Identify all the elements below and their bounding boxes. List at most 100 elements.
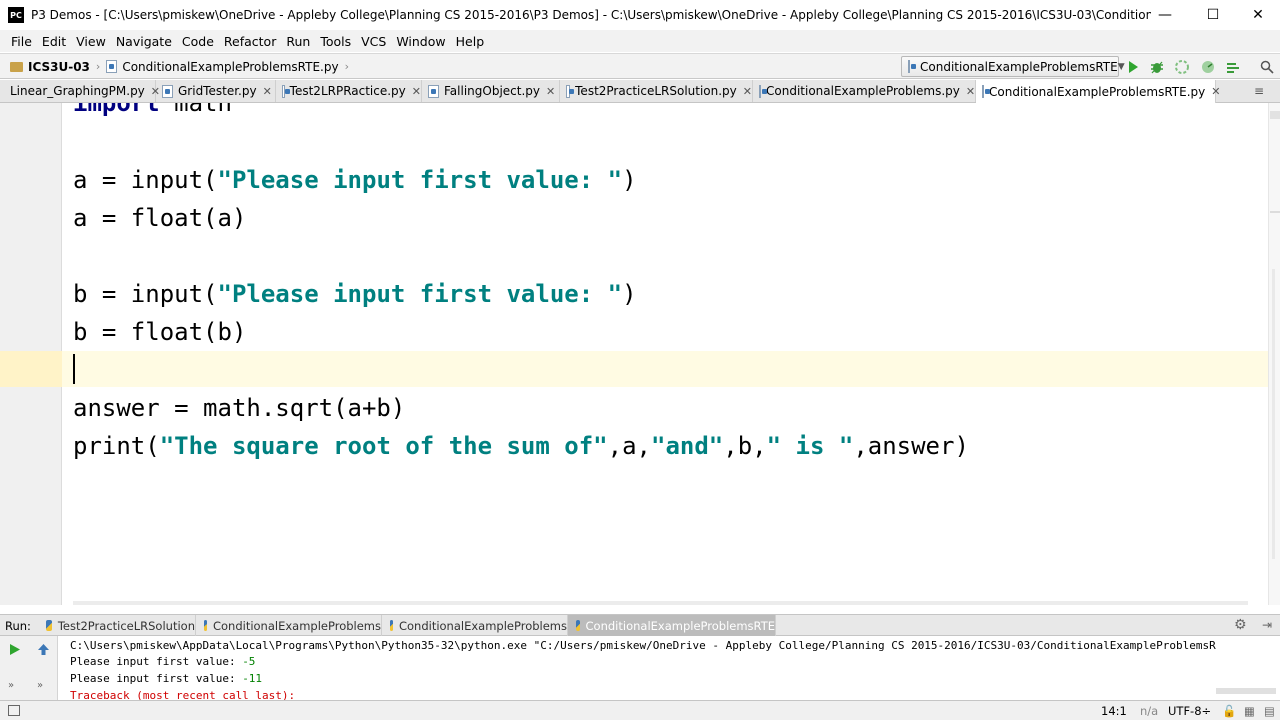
search-icon[interactable] [1258, 58, 1276, 76]
python-file-icon [908, 60, 916, 73]
hide-panel-icon[interactable]: ⇥ [1262, 618, 1272, 632]
run-tab-test2practice[interactable]: Test2PracticeLRSolution [38, 615, 196, 636]
more-icon[interactable]: » [37, 680, 43, 691]
run-config-label: ConditionalExampleProblemsRTE [920, 59, 1118, 74]
python-icon [576, 620, 580, 631]
more-icon[interactable]: » [8, 680, 14, 691]
lock-icon[interactable]: 🔓 [1222, 704, 1236, 718]
title-bar: PC P3 Demos - [C:\Users\pmiskew\OneDrive… [0, 0, 1280, 30]
profile-icon[interactable] [1199, 58, 1217, 76]
code-line-print: print("The square root of the sum of",a,… [73, 432, 969, 460]
breadcrumb-file[interactable]: ConditionalExampleProblemsRTE.py [122, 60, 338, 74]
code-line-input-a: a = input("Please input first value: ") [73, 166, 637, 194]
code-editor[interactable]: import math a = input("Please input firs… [0, 103, 1280, 605]
run-tab-conditional-rte[interactable]: ConditionalExampleProblemsRTE [568, 615, 776, 636]
python-icon [46, 620, 52, 631]
status-bar: 14:1 n/a UTF-8÷ 🔓 ▦ ▤ [0, 700, 1280, 720]
close-icon[interactable]: ✕ [263, 85, 272, 98]
scrollbar-thumb[interactable] [1272, 269, 1275, 559]
menu-window[interactable]: Window [391, 34, 450, 49]
run-config-select[interactable]: ConditionalExampleProblemsRTE ▼ [901, 56, 1125, 77]
close-window-button[interactable]: ✕ [1235, 0, 1280, 30]
close-icon[interactable]: ✕ [966, 85, 975, 98]
menu-help[interactable]: Help [451, 34, 490, 49]
menu-refactor[interactable]: Refactor [219, 34, 281, 49]
tab-label: Linear_GraphingPM.py [10, 84, 145, 98]
window-title: P3 Demos - [C:\Users\pmiskew\OneDrive - … [31, 8, 1151, 22]
coverage-icon[interactable] [1173, 58, 1191, 76]
chevron-right-icon: › [95, 60, 101, 73]
close-icon[interactable]: ✕ [412, 85, 421, 98]
console-command: C:\Users\pmiskew\AppData\Local\Programs\… [70, 639, 1216, 652]
menu-bar: File Edit View Navigate Code Refactor Ru… [0, 30, 1280, 52]
run-icon[interactable] [1124, 58, 1142, 76]
tab-test2lrpractice[interactable]: Test2LRPRactice.py ✕ [276, 80, 422, 102]
event-log-icon[interactable]: ▤ [1264, 704, 1275, 718]
run-tool-window-header: Run: Test2PracticeLRSolution Conditional… [0, 614, 1280, 636]
horizontal-scrollbar[interactable] [73, 601, 1248, 605]
tab-conditional-example-problems-rte[interactable]: ConditionalExampleProblemsRTE.py ✕ [976, 80, 1220, 103]
tab-overflow-menu-icon[interactable]: ≡ [1248, 80, 1280, 102]
gutter-caret-highlight [0, 351, 62, 387]
menu-vcs[interactable]: VCS [356, 34, 391, 49]
concurrency-icon[interactable] [1224, 58, 1242, 76]
python-file-icon [982, 85, 990, 98]
debug-icon[interactable] [1148, 58, 1166, 76]
run-tab-conditional-1[interactable]: ConditionalExampleProblems [196, 615, 382, 636]
editor-tab-bar: Linear_GraphingPM.py ✕ GridTester.py ✕ T… [0, 80, 1280, 103]
python-file-icon [282, 84, 290, 98]
text-caret [73, 354, 75, 384]
run-tab-conditional-2[interactable]: ConditionalExampleProblems [382, 615, 568, 636]
console-line: Please input first value: -11 [70, 672, 263, 685]
menu-run[interactable]: Run [281, 34, 315, 49]
inspector-icon[interactable]: ▦ [1244, 704, 1255, 718]
pycharm-logo-icon: PC [8, 7, 24, 23]
python-file-icon [162, 84, 173, 98]
gear-icon[interactable]: ⚙ [1234, 617, 1247, 633]
console-line: Please input first value: -5 [70, 655, 256, 668]
tab-conditional-example-problems[interactable]: ConditionalExampleProblems.py ✕ [753, 80, 976, 102]
breadcrumb: ICS3U-03 › ConditionalExampleProblemsRTE… [10, 54, 355, 79]
tool-windows-icon[interactable] [8, 705, 20, 716]
menu-navigate[interactable]: Navigate [111, 34, 177, 49]
menu-code[interactable]: Code [177, 34, 219, 49]
folder-icon [10, 61, 23, 72]
rerun-icon[interactable] [8, 643, 21, 659]
navigation-bar: ICS3U-03 › ConditionalExampleProblemsRTE… [0, 53, 1280, 79]
chevron-right-icon: › [344, 60, 349, 73]
scroll-up-icon[interactable] [37, 643, 50, 659]
run-console[interactable]: C:\Users\pmiskew\AppData\Local\Programs\… [58, 636, 1280, 700]
menu-edit[interactable]: Edit [37, 34, 71, 49]
stripe-marker[interactable] [1270, 111, 1280, 119]
tab-label: Test2LRPRactice.py [289, 84, 406, 98]
tab-label: ConditionalExampleProblems.py [766, 84, 960, 98]
tab-label: Test2PracticeLRSolution.py [575, 84, 737, 98]
close-icon[interactable]: ✕ [743, 85, 752, 98]
menu-tools[interactable]: Tools [315, 34, 356, 49]
tab-falling-object[interactable]: FallingObject.py ✕ [422, 80, 560, 102]
tab-label: GridTester.py [178, 84, 257, 98]
run-label: Run: [5, 619, 31, 633]
python-file-icon [759, 84, 767, 98]
tab-linear-graphing[interactable]: Linear_GraphingPM.py ✕ [0, 80, 160, 102]
menu-file[interactable]: File [6, 34, 37, 49]
tab-grid-tester[interactable]: GridTester.py ✕ [156, 80, 276, 102]
stripe-marker[interactable] [1270, 211, 1280, 213]
breadcrumb-project[interactable]: ICS3U-03 [28, 60, 90, 74]
close-icon[interactable]: ✕ [546, 85, 555, 98]
console-scrollbar[interactable] [1216, 688, 1276, 694]
close-icon[interactable]: ✕ [1211, 85, 1220, 98]
file-encoding[interactable]: UTF-8÷ [1168, 704, 1211, 718]
caret-line-highlight [0, 351, 1280, 387]
caret-position[interactable]: 14:1 [1101, 704, 1127, 718]
maximize-button[interactable]: ☐ [1190, 0, 1236, 30]
run-side-toolbar: » » [0, 636, 58, 700]
console-traceback: Traceback (most recent call last): [70, 689, 296, 700]
python-icon [390, 620, 393, 631]
tab-test2practice-solution[interactable]: Test2PracticeLRSolution.py ✕ [560, 80, 753, 102]
menu-view[interactable]: View [71, 34, 111, 49]
code-line-answer: answer = math.sqrt(a+b) [73, 394, 406, 422]
minimize-button[interactable]: — [1142, 0, 1188, 30]
python-file-icon [106, 60, 118, 73]
line-separator[interactable]: n/a [1140, 704, 1158, 718]
